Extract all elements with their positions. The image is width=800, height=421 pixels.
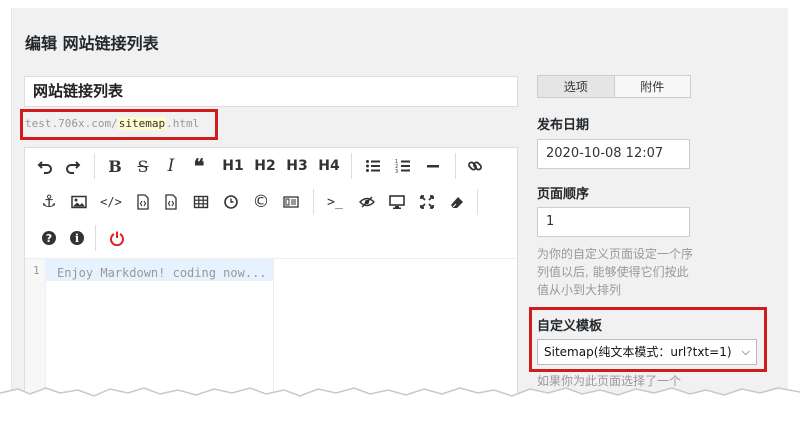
bold-icon[interactable]: B [103, 154, 127, 178]
page-order-label: 页面顺序 [537, 187, 590, 202]
clock-icon[interactable] [219, 190, 243, 214]
svg-text:3: 3 [395, 169, 398, 174]
power-icon[interactable] [105, 226, 129, 250]
template-highlight-box [529, 307, 767, 372]
clear-icon[interactable] [445, 190, 469, 214]
heading-3-button[interactable]: H3 [283, 154, 311, 178]
hide-icon[interactable] [355, 190, 379, 214]
post-title-input[interactable]: 网站链接列表 [24, 76, 518, 107]
toolbar-separator [94, 153, 95, 179]
preview-icon[interactable] [385, 190, 409, 214]
tab-options[interactable]: 选项 [538, 76, 614, 97]
image-icon[interactable] [67, 190, 91, 214]
publish-date-label: 发布日期 [537, 118, 590, 133]
code-file-icon[interactable] [159, 190, 183, 214]
publish-date-input[interactable]: 2020-10-08 12:07 [537, 139, 690, 169]
torn-paper-edge [0, 387, 800, 421]
link-icon[interactable] [463, 154, 487, 178]
svg-text:?: ? [46, 232, 52, 245]
code-icon[interactable]: </> [99, 190, 123, 214]
code-block-icon[interactable] [131, 190, 155, 214]
toolbar-separator [477, 189, 478, 215]
svg-text:i: i [75, 232, 79, 245]
table-icon[interactable] [189, 190, 213, 214]
unordered-list-icon[interactable] [361, 154, 385, 178]
toolbar-separator [313, 189, 314, 215]
heading-1-button[interactable]: H1 [219, 154, 247, 178]
help-icon[interactable]: ? [37, 226, 61, 250]
tab-attachments[interactable]: 附件 [613, 76, 690, 97]
copyright-icon[interactable]: © [249, 190, 273, 214]
permalink-highlight-box [20, 109, 218, 140]
strikethrough-icon[interactable]: S [131, 154, 155, 178]
italic-icon[interactable]: I [159, 154, 183, 178]
page-title: 编辑 网站链接列表 [25, 34, 159, 53]
horizontal-rule-icon[interactable] [421, 154, 445, 178]
heading-2-button[interactable]: H2 [251, 154, 279, 178]
editor-content[interactable]: Enjoy Markdown! coding now... [57, 263, 272, 283]
fullscreen-icon[interactable] [415, 190, 439, 214]
toolbar-separator [351, 153, 352, 179]
ordered-list-icon[interactable]: 123 [391, 154, 415, 178]
redo-icon[interactable] [61, 154, 85, 178]
toolbar-separator [95, 225, 96, 251]
info-icon[interactable]: i [65, 226, 89, 250]
toolbar-separator [455, 153, 456, 179]
terminal-icon[interactable]: >_ [323, 190, 347, 214]
line-number: 1 [33, 264, 40, 277]
html-entities-icon[interactable] [279, 190, 303, 214]
anchor-icon[interactable]: ⚓ [37, 190, 61, 214]
page-order-help: 为你的自定义页面设定一个序列值以后, 能够使得它们按此值从小到大排列 [537, 247, 694, 297]
undo-icon[interactable] [33, 154, 57, 178]
heading-4-button[interactable]: H4 [315, 154, 343, 178]
sidebar-tabs: 选项 附件 [537, 75, 691, 98]
quote-icon[interactable]: ❝ [187, 154, 211, 178]
page-order-input[interactable]: 1 [537, 207, 690, 237]
